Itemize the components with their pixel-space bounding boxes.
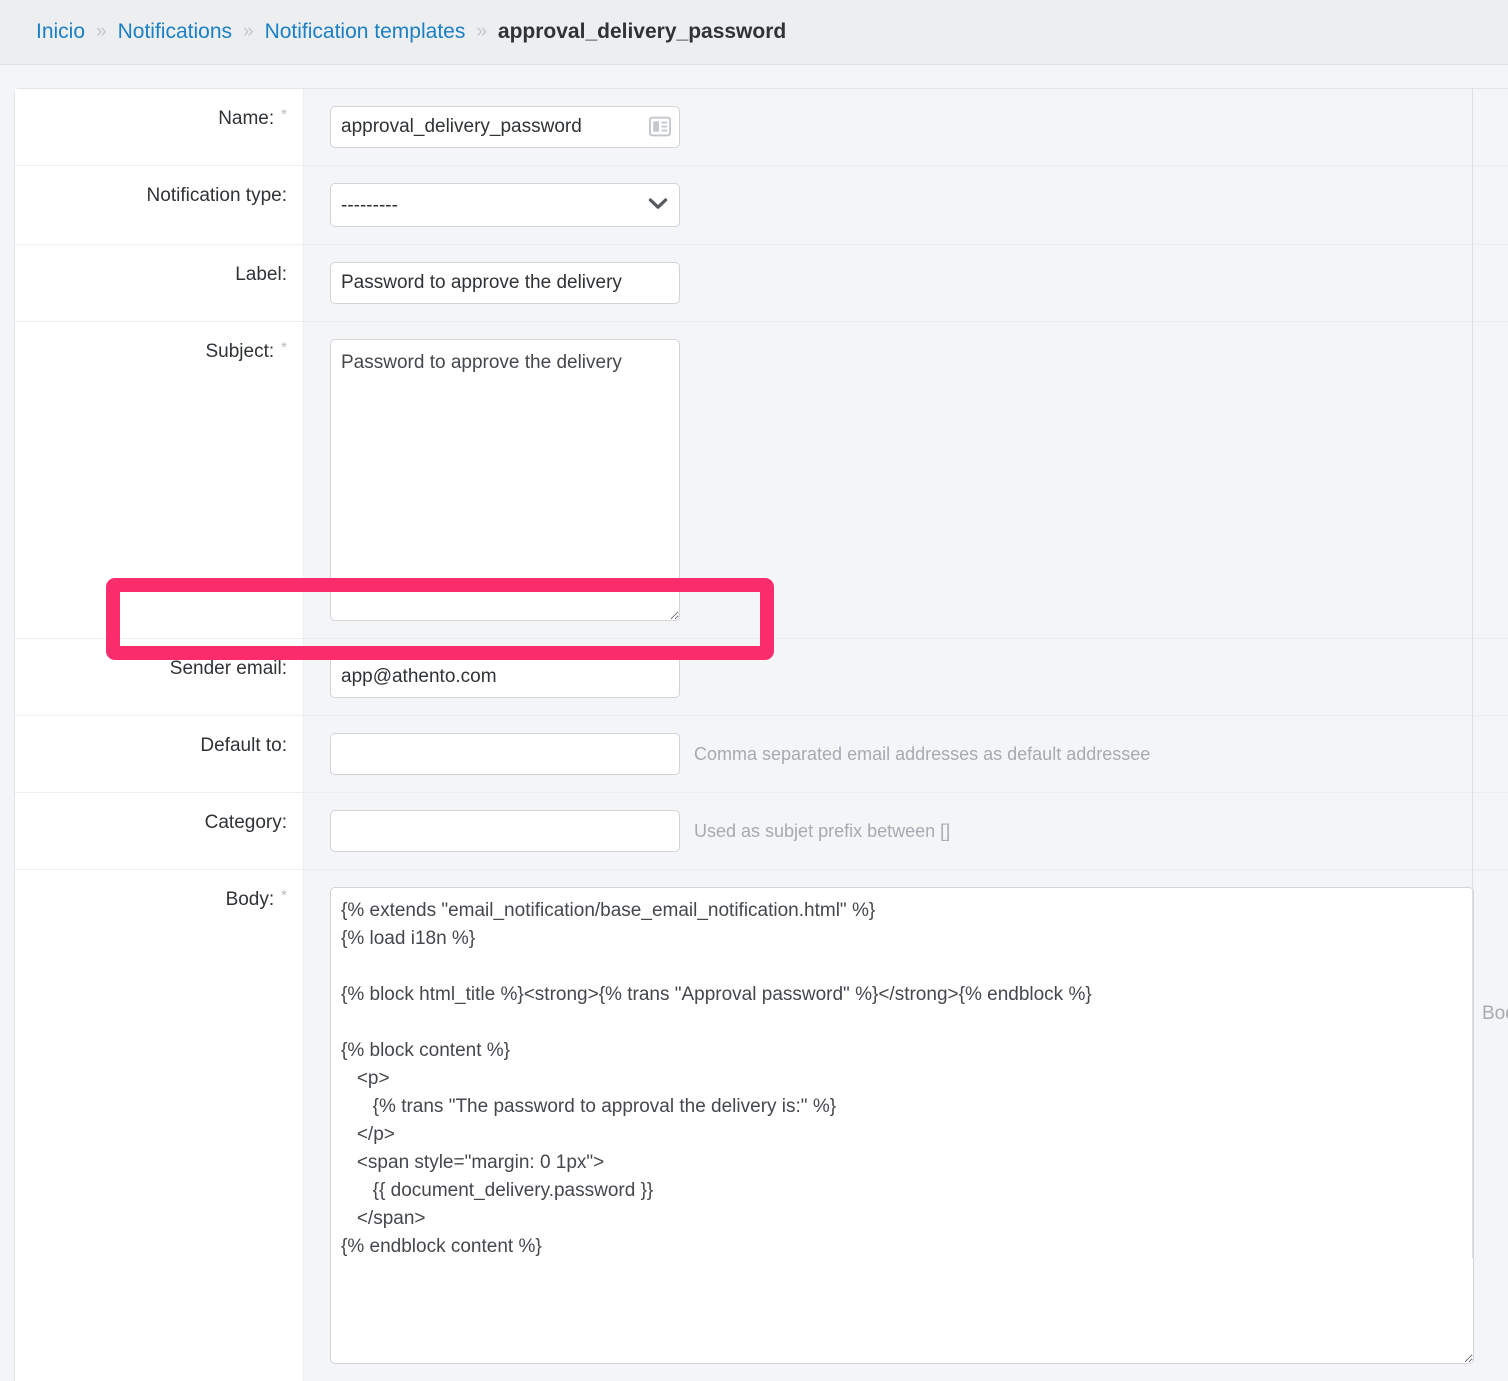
breadcrumb-link-notification-templates[interactable]: Notification templates [265,20,466,44]
field-body: {% extends "email_notification/base_emai… [304,870,1508,1381]
form-row-default-to: Default to: Comma separated email addres… [15,716,1508,793]
category-help-text: Used as subjet prefix between [] [694,810,950,842]
label-label: Label: [15,245,304,321]
field-subject: Password to approve the delivery [304,322,1508,638]
label-sender-email-text: Sender email: [170,658,287,680]
field-sender-email [304,639,1508,715]
form-row-category: Category: Used as subjet prefix between … [15,793,1508,870]
name-input[interactable] [330,106,680,148]
body-textarea[interactable]: {% extends "email_notification/base_emai… [330,887,1474,1364]
label-notification-type: Notification type: [15,166,304,244]
field-default-to: Comma separated email addresses as defau… [304,716,1508,792]
required-marker: * [281,887,287,904]
form-row-sender-email: Sender email: [15,639,1508,716]
default-to-help-text: Comma separated email addresses as defau… [694,733,1150,765]
label-sender-email: Sender email: [15,639,304,715]
notification-type-select[interactable]: --------- [330,183,680,227]
required-marker: * [281,106,287,123]
form-row-subject: Subject: * Password to approve the deliv… [15,322,1508,639]
field-label [304,245,1508,321]
label-notification-type-text: Notification type: [147,185,287,207]
form-row-name: Name: * [15,89,1508,166]
form-row-label: Label: [15,245,1508,322]
notification-type-select-wrap: --------- [330,183,680,227]
form-row-notification-type: Notification type: --------- [15,166,1508,245]
form-row-body: Body: * {% extends "email_notification/b… [15,870,1508,1381]
sender-email-input[interactable] [330,656,680,698]
label-subject-text: Subject: [206,341,275,363]
label-category: Category: [15,793,304,869]
required-marker: * [281,339,287,356]
breadcrumb-separator: » [476,21,487,43]
name-input-wrap [330,106,680,148]
field-name [304,89,1508,165]
category-input[interactable] [330,810,680,852]
breadcrumb: Inicio » Notifications » Notification te… [0,0,1508,65]
breadcrumb-link-notifications[interactable]: Notifications [118,20,232,44]
label-name: Name: * [15,89,304,165]
right-column-cutoff-label: Bod [1482,1003,1508,1025]
field-category: Used as subjet prefix between [] [304,793,1508,869]
label-input[interactable] [330,262,680,304]
field-notification-type: --------- [304,166,1508,244]
label-name-text: Name: [218,108,274,130]
breadcrumb-separator: » [243,21,254,43]
label-body: Body: * [15,870,304,1381]
label-label-text: Label: [235,264,287,286]
label-subject: Subject: * [15,322,304,638]
breadcrumb-separator: » [96,21,107,43]
breadcrumb-link-inicio[interactable]: Inicio [36,20,85,44]
right-column-divider [1472,88,1473,1258]
breadcrumb-current-page: approval_delivery_password [498,20,786,44]
label-default-to: Default to: [15,716,304,792]
default-to-input[interactable] [330,733,680,775]
notification-template-form: Name: * Notification type: [14,88,1508,1381]
subject-textarea[interactable]: Password to approve the delivery [330,339,680,621]
label-default-to-text: Default to: [200,735,287,757]
label-body-text: Body: [226,889,275,911]
label-category-text: Category: [205,812,287,834]
